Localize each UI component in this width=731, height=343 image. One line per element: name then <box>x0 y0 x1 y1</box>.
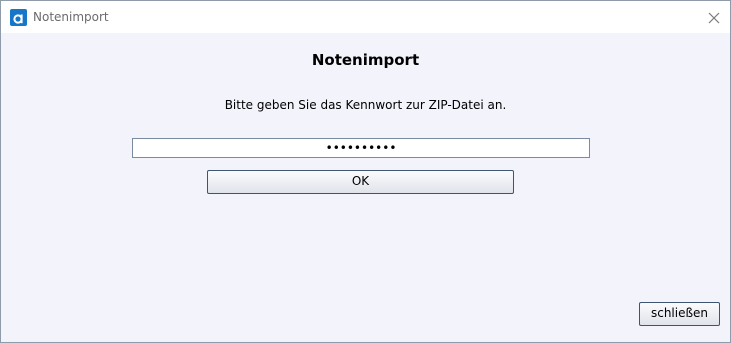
close-icon[interactable] <box>707 10 721 24</box>
password-prompt: Bitte geben Sie das Kennwort zur ZIP-Dat… <box>224 98 507 112</box>
window-title: Notenimport <box>33 10 109 24</box>
password-field[interactable] <box>132 138 590 158</box>
title-bar[interactable]: Notenimport <box>1 1 730 33</box>
dialog-heading: Notenimport <box>311 51 420 69</box>
dialog-window: Notenimport Notenimport Bitte geben Sie … <box>0 0 731 343</box>
ok-button[interactable]: OK <box>207 170 514 194</box>
close-button[interactable]: schließen <box>639 302 720 326</box>
dialog-content: Notenimport Bitte geben Sie das Kennwort… <box>1 34 730 342</box>
app-a-icon <box>10 9 27 26</box>
